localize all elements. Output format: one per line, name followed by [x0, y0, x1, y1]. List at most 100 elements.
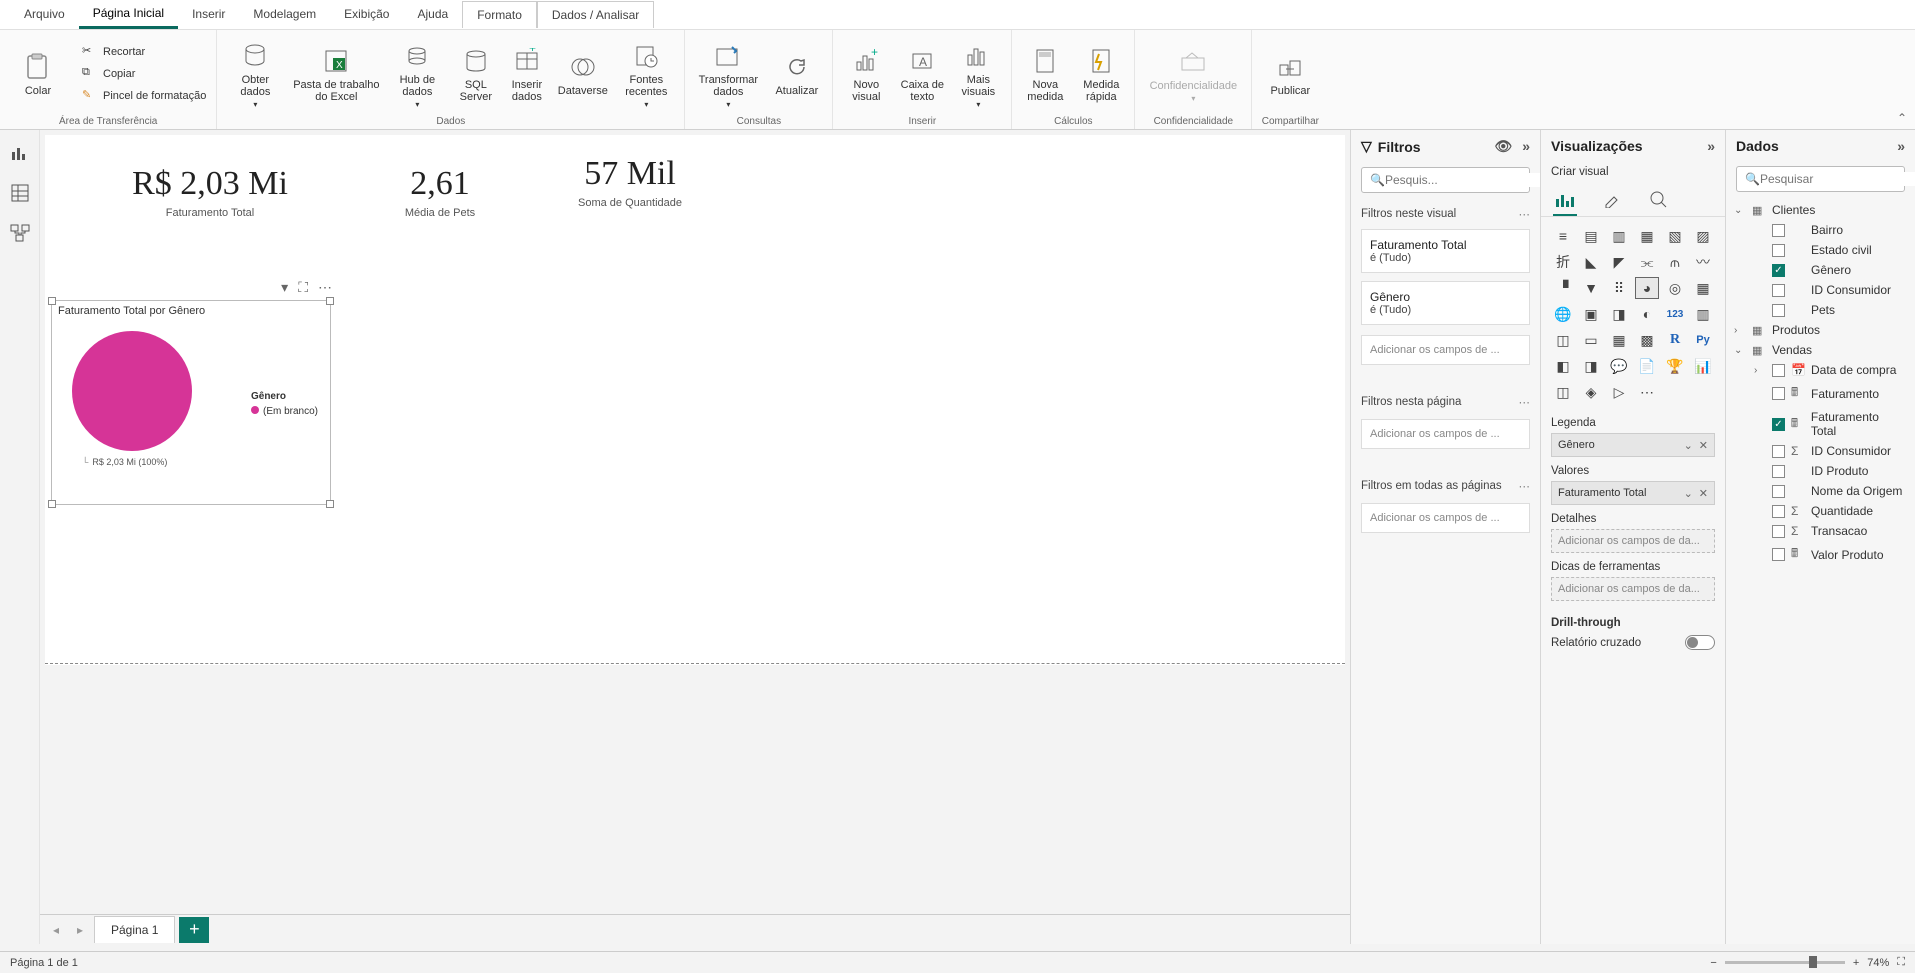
stacked-column-icon[interactable]: ▥: [1607, 225, 1631, 247]
fields-search[interactable]: 🔍: [1736, 166, 1905, 192]
card-icon[interactable]: 123: [1663, 303, 1687, 325]
field-row[interactable]: ID Consumidor: [1732, 280, 1909, 300]
resize-handle[interactable]: [326, 297, 334, 305]
cross-report-toggle[interactable]: [1685, 635, 1715, 650]
table-row[interactable]: ⌄▦Vendas: [1732, 340, 1909, 360]
key-influencers-icon[interactable]: ◧: [1551, 355, 1575, 377]
remove-icon[interactable]: ✕: [1699, 487, 1708, 500]
clustered-bar-icon[interactable]: ▤: [1579, 225, 1603, 247]
field-checkbox[interactable]: [1772, 525, 1785, 538]
field-checkbox[interactable]: ✓: [1772, 418, 1785, 431]
multi-card-icon[interactable]: ▥: [1691, 303, 1715, 325]
field-row[interactable]: ✓🖩Faturamento Total: [1732, 407, 1909, 441]
card-soma-quantidade[interactable]: 57 Mil Soma de Quantidade: [545, 155, 715, 209]
resize-handle[interactable]: [48, 500, 56, 508]
collapse-icon[interactable]: »: [1897, 138, 1905, 154]
publish-button[interactable]: Publicar: [1260, 38, 1320, 110]
recent-sources-button[interactable]: Fontes recentes▾: [616, 38, 676, 110]
field-row[interactable]: ΣTransacao: [1732, 521, 1909, 541]
new-visual-button[interactable]: +Novo visual: [841, 38, 891, 110]
legend-item[interactable]: (Em branco): [251, 406, 318, 417]
menu-tab-insert[interactable]: Inserir: [178, 1, 239, 29]
menu-tab-home[interactable]: Página Inicial: [79, 0, 178, 29]
field-row[interactable]: Estado civil: [1732, 240, 1909, 260]
field-row[interactable]: ID Produto: [1732, 461, 1909, 481]
field-row[interactable]: 🖩Faturamento: [1732, 380, 1909, 407]
menu-tab-modeling[interactable]: Modelagem: [239, 1, 330, 29]
excel-workbook-button[interactable]: XPasta de trabalho do Excel: [291, 38, 381, 110]
add-page-button[interactable]: +: [179, 917, 209, 943]
card-media-pets[interactable]: 2,61 Média de Pets: [375, 165, 505, 219]
new-measure-button[interactable]: Nova medida: [1020, 38, 1070, 110]
ribbon-collapse-button[interactable]: ⌃: [1897, 111, 1907, 125]
stacked-area-icon[interactable]: ◤: [1607, 251, 1631, 273]
clustered-column-icon[interactable]: ▦: [1635, 225, 1659, 247]
decomposition-icon[interactable]: ◨: [1579, 355, 1603, 377]
field-row[interactable]: Pets: [1732, 300, 1909, 320]
powerapps-icon[interactable]: ◈: [1579, 381, 1603, 403]
page-prev-button[interactable]: ◂: [46, 923, 66, 937]
format-visual-tab[interactable]: [1601, 186, 1623, 216]
values-field-well[interactable]: Faturamento Total⌄✕: [1551, 481, 1715, 505]
format-painter-button[interactable]: ✎Pincel de formatação: [80, 86, 208, 106]
slicer-icon[interactable]: ▭: [1579, 329, 1603, 351]
r-script-icon[interactable]: R: [1663, 329, 1687, 351]
field-row[interactable]: ΣQuantidade: [1732, 501, 1909, 521]
card-faturamento-total[interactable]: R$ 2,03 Mi Faturamento Total: [85, 165, 335, 219]
pie-chart-icon[interactable]: ◕: [1635, 277, 1659, 299]
table-row[interactable]: ›▦Produtos: [1732, 320, 1909, 340]
more-icon[interactable]: ⋯: [1519, 479, 1531, 493]
chevron-down-icon[interactable]: ⌄: [1684, 487, 1693, 500]
matrix-icon[interactable]: ▩: [1635, 329, 1659, 351]
map-icon[interactable]: 🌐: [1551, 303, 1575, 325]
sql-server-button[interactable]: SQL Server: [453, 38, 498, 110]
resize-handle[interactable]: [48, 297, 56, 305]
page-tab[interactable]: Página 1: [94, 916, 175, 943]
copy-button[interactable]: ⧉Copiar: [80, 64, 208, 84]
refresh-button[interactable]: Atualizar: [769, 38, 824, 110]
paste-button[interactable]: Colar: [8, 38, 68, 110]
donut-icon[interactable]: ◎: [1663, 277, 1687, 299]
remove-icon[interactable]: ✕: [1699, 439, 1708, 452]
field-row[interactable]: ✓Gênero: [1732, 260, 1909, 280]
funnel-icon[interactable]: ▼: [1579, 277, 1603, 299]
filter-card[interactable]: Faturamento Total é (Tudo): [1361, 229, 1530, 273]
waterfall-icon[interactable]: ▝: [1551, 277, 1575, 299]
automate-icon[interactable]: ▷: [1607, 381, 1631, 403]
menu-arquivo[interactable]: Arquivo: [10, 1, 79, 29]
field-checkbox[interactable]: [1772, 548, 1785, 561]
legend-field-well[interactable]: Gênero⌄✕: [1551, 433, 1715, 457]
field-checkbox[interactable]: [1772, 224, 1785, 237]
100stacked-bar-icon[interactable]: ▧: [1663, 225, 1687, 247]
page-next-button[interactable]: ▸: [70, 923, 90, 937]
field-checkbox[interactable]: [1772, 304, 1785, 317]
field-row[interactable]: Bairro: [1732, 220, 1909, 240]
visual-focus-icon[interactable]: ⛶: [298, 279, 308, 296]
more-icon[interactable]: ⋯: [1519, 207, 1531, 221]
field-row[interactable]: ΣID Consumidor: [1732, 441, 1909, 461]
field-row[interactable]: Nome da Origem: [1732, 481, 1909, 501]
cut-button[interactable]: ✂Recortar: [80, 42, 208, 62]
visual-more-icon[interactable]: ⋯: [318, 279, 332, 296]
table-row[interactable]: ⌄▦Clientes: [1732, 200, 1909, 220]
line-column-icon[interactable]: ⫘: [1635, 251, 1659, 273]
metrics-icon[interactable]: 📊: [1691, 355, 1715, 377]
more-visuals-icon[interactable]: ⋯: [1635, 381, 1659, 403]
details-field-well[interactable]: Adicionar os campos de da...: [1551, 529, 1715, 553]
scatter-icon[interactable]: ⠿: [1607, 277, 1631, 299]
field-row[interactable]: ›📅Data de compra: [1732, 360, 1909, 380]
zoom-in-button[interactable]: +: [1853, 957, 1859, 969]
paginated-icon[interactable]: 🏆: [1663, 355, 1687, 377]
treemap-icon[interactable]: ▦: [1691, 277, 1715, 299]
quick-measure-button[interactable]: Medida rápida: [1076, 38, 1126, 110]
more-visuals-button[interactable]: Mais visuais▾: [953, 38, 1003, 110]
dataverse-button[interactable]: Dataverse: [555, 38, 610, 110]
add-visual-filter-drop[interactable]: Adicionar os campos de ...: [1361, 335, 1530, 365]
resize-handle[interactable]: [326, 500, 334, 508]
analytics-tab[interactable]: [1647, 186, 1669, 216]
fields-search-input[interactable]: [1760, 172, 1915, 186]
stacked-bar-icon[interactable]: ≡: [1551, 225, 1575, 247]
collapse-icon[interactable]: »: [1707, 138, 1715, 154]
field-checkbox[interactable]: [1772, 244, 1785, 257]
model-view-button[interactable]: [7, 220, 33, 246]
